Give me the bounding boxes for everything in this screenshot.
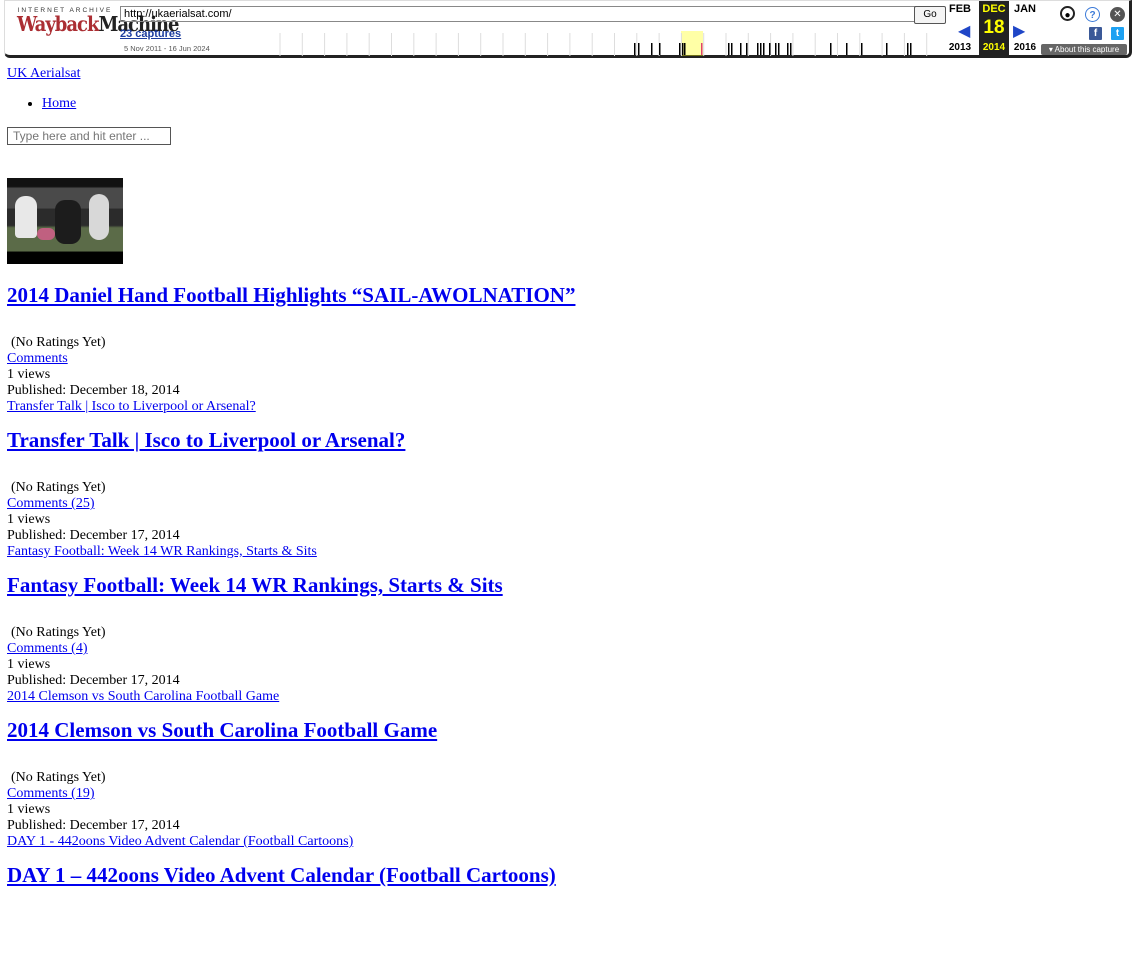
- sparkline-capture-tick: [760, 43, 762, 55]
- post-thumbnail-link[interactable]: DAY 1 - 442oons Video Advent Calendar (F…: [7, 834, 353, 850]
- help-icon[interactable]: ?: [1085, 7, 1100, 22]
- post-views: 1 views: [7, 657, 51, 672]
- wayback-toolbar: INTERNET ARCHIVE WaybackMachine http://u…: [4, 0, 1132, 58]
- wayback-next-year: 2016: [1013, 42, 1037, 53]
- post-published: Published: December 18, 2014: [7, 383, 180, 398]
- sparkline-capture-tick: [769, 43, 771, 55]
- sparkline-capture-tick: [861, 43, 863, 55]
- sparkline-capture-tick: [638, 43, 640, 55]
- post-title-link[interactable]: DAY 1 – 442oons Video Advent Calendar (F…: [7, 863, 556, 887]
- sparkline-capture-tick: [886, 43, 888, 55]
- post-item: DAY 1 - 442oons Video Advent Calendar (F…: [7, 834, 1127, 890]
- thumbnail-player: [89, 194, 109, 240]
- sparkline-capture-tick: [778, 43, 780, 55]
- post-published: Published: December 17, 2014: [7, 673, 180, 688]
- post-rating: (No Ratings Yet): [11, 770, 106, 785]
- sparkline-current-capture: [701, 43, 703, 55]
- sparkline-capture-tick: [746, 43, 748, 55]
- about-capture-label: About this capture: [1054, 45, 1120, 54]
- thumbnail-player: [15, 196, 37, 238]
- post-rating: (No Ratings Yet): [11, 625, 106, 640]
- sparkline-capture-tick: [684, 43, 686, 55]
- wayback-sparkline-svg[interactable]: [275, 31, 943, 56]
- post-title: Transfer Talk | Isco to Liverpool or Ars…: [7, 425, 1127, 455]
- sparkline-capture-tick: [634, 43, 636, 55]
- sparkline-capture-tick: [907, 43, 909, 55]
- wayback-url-input[interactable]: http://ukaerialsat.com/: [120, 6, 917, 22]
- sparkline-capture-tick: [910, 43, 912, 55]
- main-nav: Home: [7, 96, 76, 112]
- sparkline-capture-tick: [757, 43, 759, 55]
- sparkline-capture-tick: [763, 43, 765, 55]
- wayback-prev-year: 2013: [948, 42, 972, 53]
- sparkline-capture-tick: [659, 43, 661, 55]
- wayback-current-year: 2014: [982, 42, 1006, 53]
- post-comments-link[interactable]: Comments (25): [7, 496, 95, 511]
- sparkline-capture-tick: [787, 43, 789, 55]
- post-views: 1 views: [7, 367, 51, 382]
- post-thumbnail-link[interactable]: 2014 Clemson vs South Carolina Football …: [7, 689, 279, 705]
- post-published: Published: December 17, 2014: [7, 818, 180, 833]
- post-comments-link[interactable]: Comments: [7, 351, 68, 366]
- next-capture-arrow-icon[interactable]: ▶: [1013, 21, 1025, 41]
- sparkline-capture-tick: [740, 43, 742, 55]
- post-title-link[interactable]: Transfer Talk | Isco to Liverpool or Ars…: [7, 428, 405, 452]
- post-comments-link[interactable]: Comments (4): [7, 641, 88, 656]
- sparkline-capture-tick: [679, 43, 681, 55]
- prev-capture-arrow-icon[interactable]: ◀: [958, 21, 970, 41]
- post-title: 2014 Clemson vs South Carolina Football …: [7, 715, 1127, 745]
- thumbnail-player: [55, 200, 81, 244]
- post-list: 2014 Daniel Hand Football Highlights “SA…: [7, 178, 1127, 890]
- post-thumbnail[interactable]: [7, 178, 123, 264]
- wayback-current-column: DEC 18 2014: [979, 1, 1009, 57]
- thumbnail-player: [37, 228, 55, 240]
- wayback-date-range: 5 Nov 2011 - 16 Jun 2024: [124, 44, 210, 53]
- post-title: DAY 1 – 442oons Video Advent Calendar (F…: [7, 860, 1127, 890]
- facebook-icon[interactable]: f: [1089, 27, 1102, 40]
- post-rating: (No Ratings Yet): [11, 480, 106, 495]
- post-item: 2014 Clemson vs South Carolina Football …: [7, 689, 1127, 834]
- post-title: 2014 Daniel Hand Football Highlights “SA…: [7, 280, 1127, 310]
- wayback-prev-month: FEB: [949, 3, 971, 15]
- post-item: Fantasy Football: Week 14 WR Rankings, S…: [7, 544, 1127, 689]
- search-input[interactable]: [7, 127, 171, 145]
- post-comments-link[interactable]: Comments (19): [7, 786, 95, 801]
- wayback-captures-link[interactable]: 23 captures: [120, 28, 181, 40]
- site-logo-link[interactable]: UK Aerialsat: [7, 66, 80, 82]
- about-capture-button[interactable]: ▾ About this capture: [1041, 44, 1127, 55]
- post-title-link[interactable]: Fantasy Football: Week 14 WR Rankings, S…: [7, 573, 503, 597]
- user-icon[interactable]: ●: [1060, 6, 1075, 21]
- sparkline-capture-tick: [846, 43, 848, 55]
- wayback-current-day: 18: [983, 17, 1005, 38]
- wayback-logo-text: WaybackMachine: [17, 12, 179, 37]
- sparkline-capture-tick: [731, 43, 733, 55]
- nav-item-home: Home: [42, 96, 76, 112]
- sparkline-capture-tick: [651, 43, 653, 55]
- post-published: Published: December 17, 2014: [7, 528, 180, 543]
- wayback-sparkline[interactable]: [275, 31, 943, 56]
- post-item: Transfer Talk | Isco to Liverpool or Ars…: [7, 399, 1127, 544]
- wayback-logo-a: Wayback: [17, 12, 99, 37]
- wayback-logo[interactable]: INTERNET ARCHIVE WaybackMachine: [17, 7, 179, 47]
- nav-link-home[interactable]: Home: [42, 96, 76, 111]
- post-views: 1 views: [7, 512, 51, 527]
- post-item: 2014 Daniel Hand Football Highlights “SA…: [7, 178, 1127, 399]
- sparkline-capture-tick: [790, 43, 792, 55]
- wayback-current-month: DEC: [982, 3, 1006, 15]
- sparkline-capture-tick: [682, 43, 684, 55]
- sparkline-capture-tick: [830, 43, 832, 55]
- close-icon[interactable]: ✕: [1110, 7, 1125, 22]
- sparkline-capture-tick: [728, 43, 730, 55]
- twitter-icon[interactable]: t: [1111, 27, 1124, 40]
- post-title: Fantasy Football: Week 14 WR Rankings, S…: [7, 570, 1127, 600]
- wayback-go-button[interactable]: Go: [914, 6, 946, 24]
- post-title-link[interactable]: 2014 Daniel Hand Football Highlights “SA…: [7, 283, 575, 307]
- post-rating: (No Ratings Yet): [11, 335, 106, 350]
- sparkline-capture-tick: [775, 43, 777, 55]
- post-thumbnail-link[interactable]: Transfer Talk | Isco to Liverpool or Ars…: [7, 399, 256, 415]
- post-title-link[interactable]: 2014 Clemson vs South Carolina Football …: [7, 718, 437, 742]
- post-thumbnail-link[interactable]: Fantasy Football: Week 14 WR Rankings, S…: [7, 544, 317, 560]
- post-views: 1 views: [7, 802, 51, 817]
- wayback-next-month: JAN: [1013, 3, 1036, 15]
